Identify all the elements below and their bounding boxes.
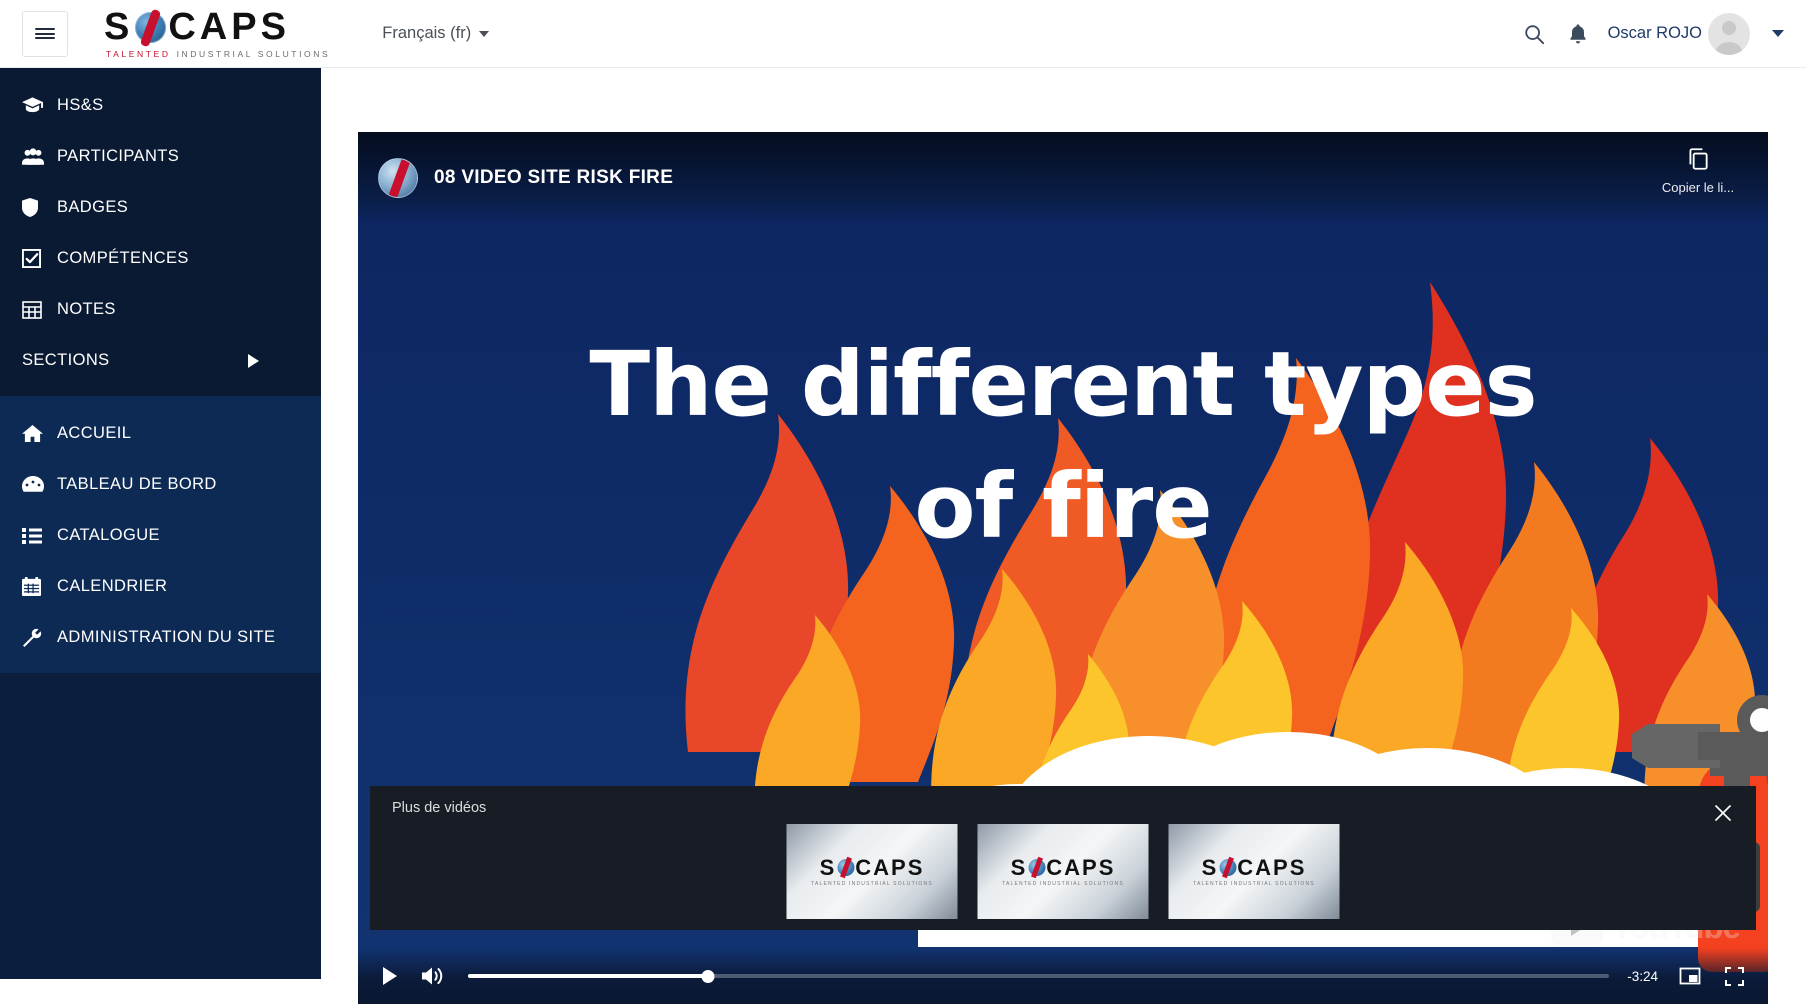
more-videos-close-button[interactable] [1706, 796, 1740, 830]
sidebar-item-sections[interactable]: SECTIONS [0, 335, 321, 386]
fullscreen-icon [1724, 966, 1745, 987]
sidebar-item-notes[interactable]: NOTES [0, 284, 321, 335]
play-icon [383, 967, 397, 985]
thumb-tagline: TALENTED INDUSTRIAL SOLUTIONS [1193, 881, 1315, 887]
avatar[interactable] [1708, 13, 1750, 55]
miniplayer-button[interactable] [1668, 954, 1712, 998]
video-player[interactable]: The different types of fire 08 VIDEO SIT… [358, 132, 1768, 1004]
sidebar-item-label: HS&S [57, 96, 104, 115]
sidebar-item-participants[interactable]: PARTICIPANTS [0, 131, 321, 182]
sidebar-item-hss[interactable]: HS&S [0, 80, 321, 131]
user-name-label[interactable]: Oscar ROJO [1608, 24, 1702, 43]
calendar-icon [22, 577, 49, 596]
brand-tagline-gray: INDUSTRIAL SOLUTIONS [177, 49, 331, 59]
thumb-brand-prefix: S [1011, 857, 1028, 879]
search-button[interactable] [1512, 12, 1556, 56]
socaps-logo[interactable]: S CAPS TALENTED INDUSTRIAL SOLUTIONS [104, 8, 330, 59]
channel-avatar[interactable] [378, 158, 418, 198]
globe-icon [1028, 859, 1045, 876]
table-icon [22, 301, 49, 319]
close-icon [1714, 804, 1732, 822]
check-square-icon [22, 249, 49, 268]
progress-fill [468, 974, 708, 978]
sidebar-item-label: PARTICIPANTS [57, 147, 179, 166]
video-thumbnail[interactable]: S CAPS TALENTED INDUSTRIAL SOLUTIONS [978, 824, 1149, 919]
sidebar-item-competences[interactable]: COMPÉTENCES [0, 233, 321, 284]
progress-bar[interactable] [468, 974, 1609, 978]
language-label: Français (fr) [382, 24, 471, 43]
video-title[interactable]: 08 VIDEO SITE RISK FIRE [434, 167, 673, 189]
sidebar-item-label: CALENDRIER [57, 577, 167, 596]
wrench-icon [22, 628, 49, 648]
graduation-cap-icon [22, 97, 49, 114]
play-button[interactable] [366, 954, 410, 998]
chevron-down-icon [479, 31, 489, 37]
thumb-tagline: TALENTED INDUSTRIAL SOLUTIONS [811, 881, 933, 887]
more-videos-thumbnails: S CAPS TALENTED INDUSTRIAL SOLUTIONS S C… [787, 824, 1340, 919]
brand-suffix: CAPS [168, 8, 290, 46]
globe-icon [837, 859, 854, 876]
progress-scrubber-handle[interactable] [701, 970, 714, 983]
copy-link-label: Copier le li... [1662, 180, 1734, 195]
users-icon [22, 148, 49, 165]
sidebar-item-label: TABLEAU DE BORD [57, 475, 217, 494]
volume-button[interactable] [410, 954, 454, 998]
brand-tagline: TALENTED INDUSTRIAL SOLUTIONS [106, 49, 330, 59]
sidebar: HS&S PARTICIPANTS BADGES [0, 68, 321, 979]
globe-icon [135, 12, 166, 43]
dashboard-icon [22, 476, 49, 493]
sidebar-item-tableau-de-bord[interactable]: TABLEAU DE BORD [0, 459, 321, 510]
hamburger-icon [35, 26, 55, 42]
sidebar-item-accueil[interactable]: ACCUEIL [0, 408, 321, 459]
sidebar-site-group: ACCUEIL TABLEAU DE BORD [0, 396, 321, 673]
home-icon [22, 424, 49, 443]
sidebar-item-label: COMPÉTENCES [57, 249, 189, 268]
thumb-brand-suffix: CAPS [855, 857, 924, 879]
sidebar-item-administration-du-site[interactable]: ADMINISTRATION DU SITE [0, 612, 321, 663]
notifications-button[interactable] [1556, 12, 1600, 56]
header-actions: Oscar ROJO [1512, 12, 1790, 56]
bell-icon [1568, 23, 1588, 45]
sidebar-item-catalogue[interactable]: CATALOGUE [0, 510, 321, 561]
sidebar-item-label: ADMINISTRATION DU SITE [57, 628, 275, 647]
time-remaining-label: -3:24 [1627, 969, 1658, 984]
video-thumbnail[interactable]: S CAPS TALENTED INDUSTRIAL SOLUTIONS [1169, 824, 1340, 919]
sidebar-item-badges[interactable]: BADGES [0, 182, 321, 233]
list-icon [22, 527, 49, 544]
thumb-brand-prefix: S [820, 857, 837, 879]
search-icon [1523, 23, 1545, 45]
brand-wordmark: S CAPS [104, 8, 330, 46]
miniplayer-icon [1679, 966, 1701, 986]
video-controls-bar: -3:24 [358, 948, 1768, 1004]
thumb-tagline: TALENTED INDUSTRIAL SOLUTIONS [1002, 881, 1124, 887]
volume-high-icon [420, 965, 444, 987]
sidebar-item-label: BADGES [57, 198, 128, 217]
shield-icon [22, 198, 49, 217]
hamburger-menu-button[interactable] [22, 11, 68, 57]
more-videos-panel: Plus de vidéos S CAPS TALENTED INDUSTR [370, 786, 1756, 930]
more-videos-title: Plus de vidéos [392, 800, 486, 816]
user-menu-chevron-down-icon[interactable] [1772, 30, 1784, 37]
sidebar-sections-label: SECTIONS [22, 351, 110, 370]
video-thumbnail[interactable]: S CAPS TALENTED INDUSTRIAL SOLUTIONS [787, 824, 958, 919]
thumb-brand-prefix: S [1202, 857, 1219, 879]
copy-icon [1685, 146, 1711, 172]
sidebar-item-calendrier[interactable]: CALENDRIER [0, 561, 321, 612]
globe-icon [1219, 859, 1236, 876]
sidebar-item-label: NOTES [57, 300, 116, 319]
top-header: S CAPS TALENTED INDUSTRIAL SOLUTIONS Fra… [0, 0, 1806, 68]
sidebar-item-label: CATALOGUE [57, 526, 160, 545]
thumb-brand-suffix: CAPS [1046, 857, 1115, 879]
sidebar-item-label: ACCUEIL [57, 424, 131, 443]
thumb-brand-suffix: CAPS [1237, 857, 1306, 879]
fullscreen-button[interactable] [1712, 954, 1756, 998]
main-content: The different types of fire 08 VIDEO SIT… [321, 68, 1806, 979]
video-top-bar: 08 VIDEO SITE RISK FIRE Copier le li... [358, 132, 1768, 224]
brand-prefix: S [104, 8, 133, 46]
chevron-right-icon [248, 354, 259, 368]
language-selector[interactable]: Français (fr) [382, 24, 489, 43]
copy-link-button[interactable]: Copier le li... [1650, 146, 1746, 195]
brand-tagline-red: TALENTED [106, 49, 171, 59]
sidebar-course-group: HS&S PARTICIPANTS BADGES [0, 68, 321, 396]
